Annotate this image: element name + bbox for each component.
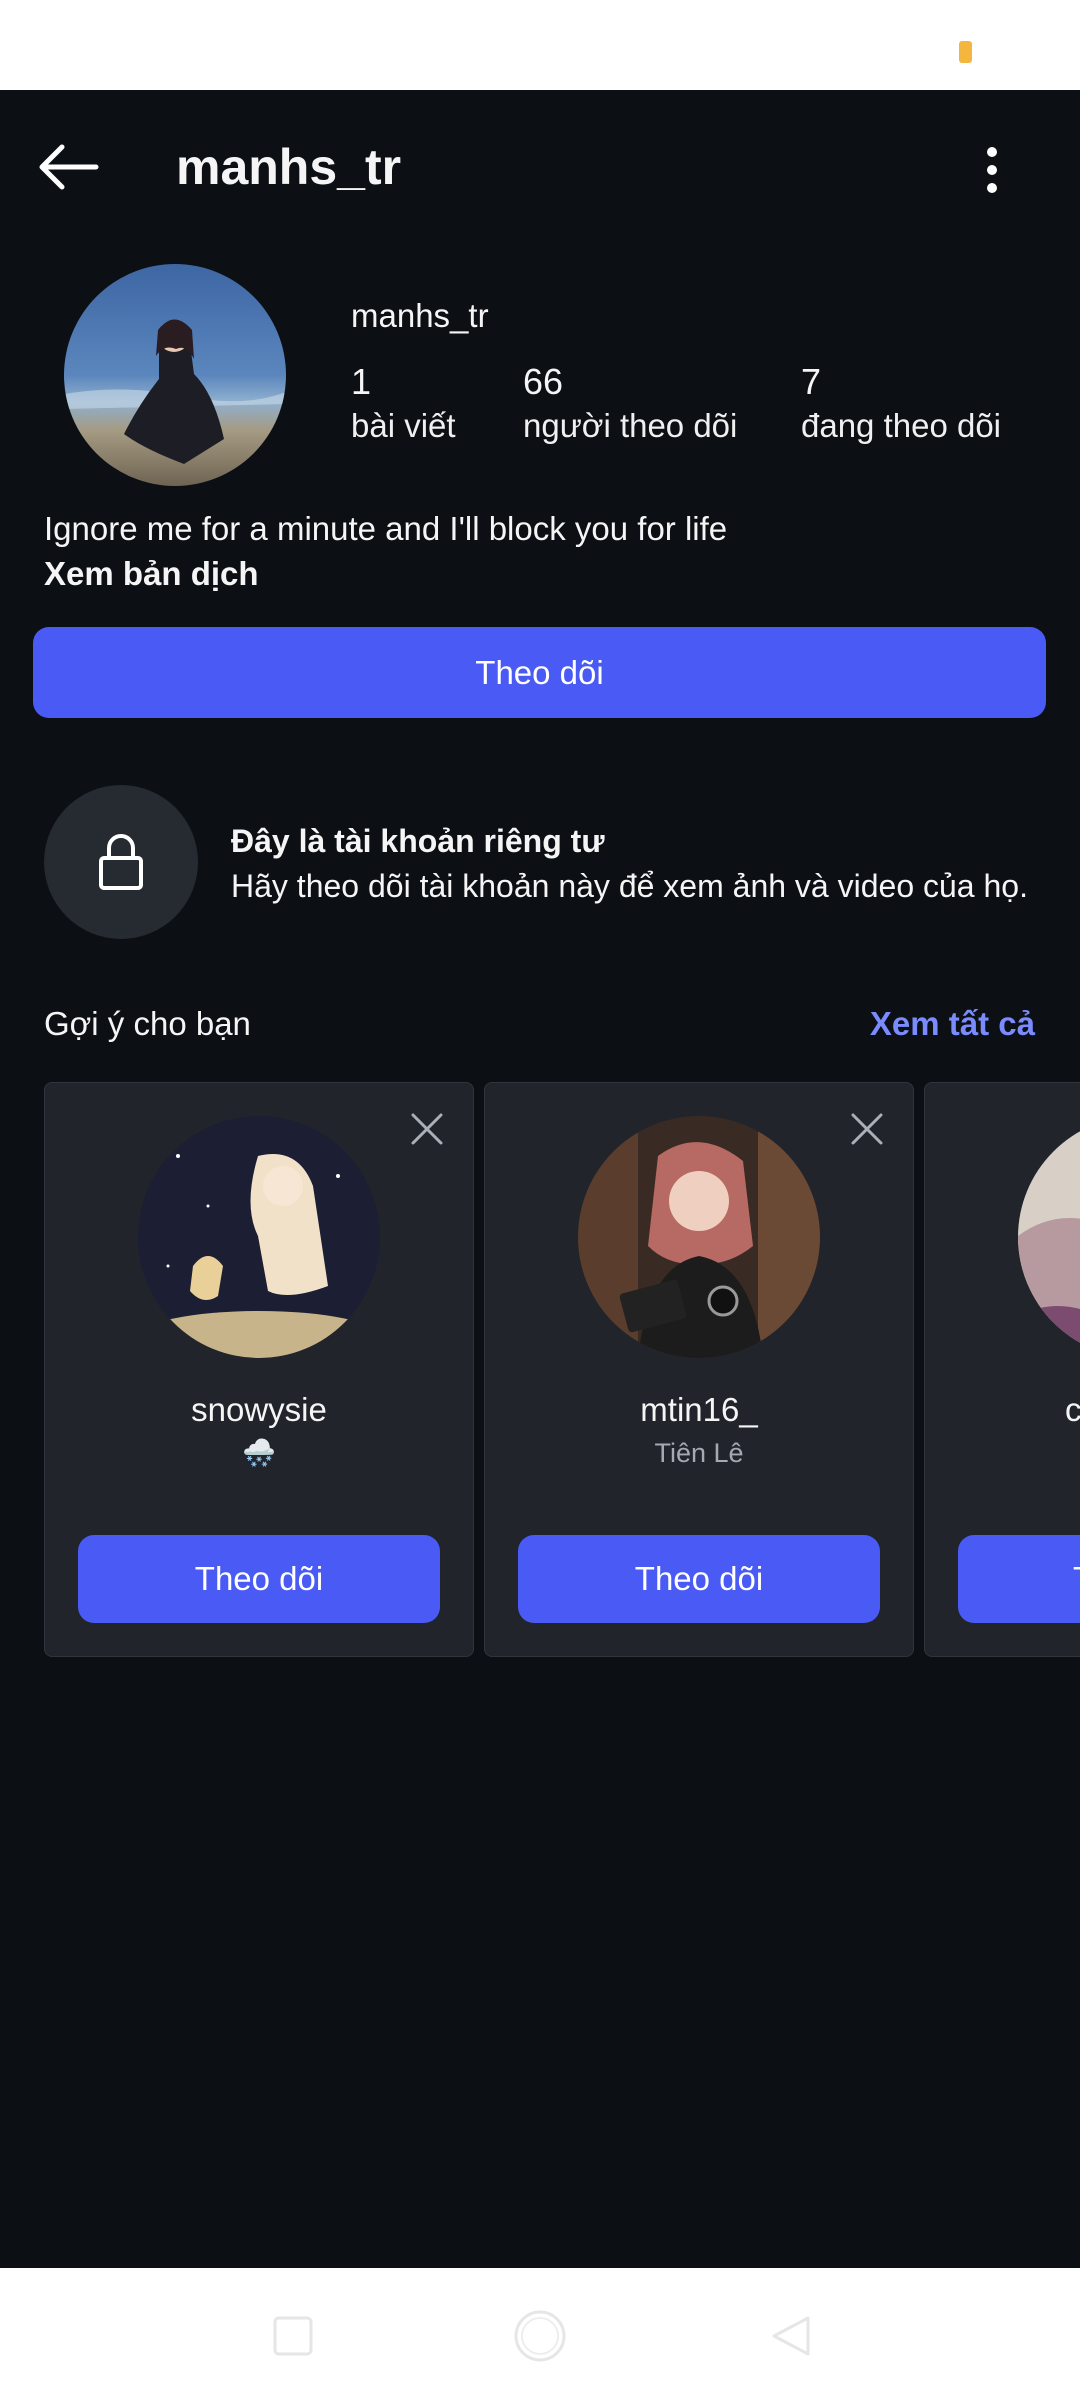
stat-posts[interactable]: 1 bài viết	[351, 360, 456, 448]
dismiss-button[interactable]	[407, 1109, 447, 1149]
stat-followers[interactable]: 66 người theo dõi	[523, 360, 737, 448]
home-button[interactable]	[510, 2306, 570, 2366]
arrow-left-icon	[39, 144, 99, 190]
private-lock-badge	[44, 785, 198, 939]
suggestion-subtitle: 🌨️	[242, 1438, 276, 1468]
suggestion-avatar[interactable]	[1018, 1116, 1080, 1358]
suggestion-follow-button[interactable]: Theo dõi	[78, 1535, 440, 1623]
recent-apps-button[interactable]	[263, 2306, 323, 2366]
stat-followers-label: người theo dõi	[523, 407, 738, 444]
suggestion-card[interactable]: c T	[924, 1082, 1080, 1657]
suggestion-name: snowysie	[191, 1391, 327, 1428]
stat-following-value: 7	[801, 361, 822, 402]
suggestion-card[interactable]: snowysie 🌨️ Theo dõi	[44, 1082, 474, 1657]
back-button[interactable]	[28, 136, 108, 198]
status-bar	[0, 0, 1080, 90]
stat-following-label: đang theo dõi	[801, 407, 1002, 444]
suggestion-follow-button[interactable]: Theo dõi	[518, 1535, 880, 1623]
follow-button[interactable]: Theo dõi	[33, 627, 1046, 718]
more-vertical-icon	[987, 147, 997, 193]
battery-indicator	[959, 41, 972, 63]
back-nav-button[interactable]	[760, 2306, 820, 2366]
suggestion-subtitle: Tiên Lê	[654, 1438, 744, 1468]
lock-icon	[99, 834, 143, 890]
close-icon	[411, 1113, 443, 1145]
suggestions-title: Gợi ý cho bạn	[44, 1005, 251, 1042]
close-icon	[851, 1113, 883, 1145]
top-app-bar: manhs_tr	[0, 90, 1080, 245]
stat-followers-value: 66	[523, 361, 564, 402]
stat-posts-label: bài viết	[351, 407, 456, 444]
private-account-subtitle: Hãy theo dõi tài khoản này để xem ảnh và…	[231, 868, 1028, 904]
suggestion-avatar[interactable]	[578, 1116, 820, 1358]
private-account-title: Đây là tài khoản riêng tư	[231, 823, 605, 859]
triangle-back-icon	[772, 2316, 810, 2356]
system-navigation-bar	[0, 2268, 1080, 2400]
suggestion-follow-button[interactable]: T	[958, 1535, 1080, 1623]
see-translation-link[interactable]: Xem bản dịch	[44, 552, 259, 596]
more-options-button[interactable]	[962, 140, 1022, 200]
suggestion-avatar[interactable]	[138, 1116, 380, 1358]
profile-avatar[interactable]	[64, 264, 286, 486]
suggestion-card[interactable]: mtin16_ Tiên Lê Theo dõi	[484, 1082, 914, 1657]
profile-username: manhs_tr	[351, 297, 489, 334]
profile-bio: Ignore me for a minute and I'll block yo…	[44, 510, 728, 547]
see-all-link[interactable]: Xem tất cả	[870, 1003, 1035, 1045]
page-title: manhs_tr	[176, 139, 402, 195]
dismiss-button[interactable]	[847, 1109, 887, 1149]
stat-posts-value: 1	[351, 361, 372, 402]
stat-following[interactable]: 7 đang theo dõi	[801, 360, 1001, 448]
suggestion-name: mtin16_	[640, 1391, 758, 1428]
square-icon	[273, 2316, 313, 2356]
circle-icon	[514, 2310, 566, 2362]
suggestion-name: c	[1065, 1391, 1080, 1428]
